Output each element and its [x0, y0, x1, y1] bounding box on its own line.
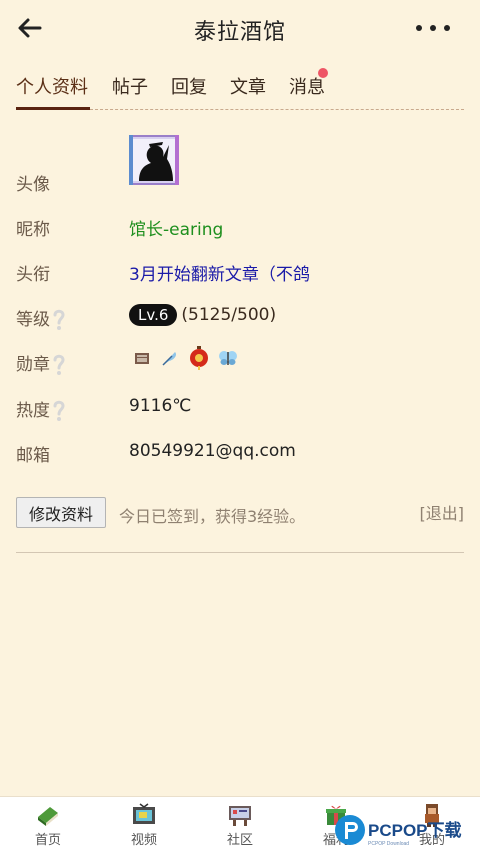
lantern-medal-icon[interactable]	[188, 346, 210, 370]
tv-icon	[133, 803, 155, 824]
tab-profile[interactable]: 个人资料	[16, 73, 88, 99]
checkin-status: 今日已签到，获得3经验。	[119, 507, 306, 526]
medal-list	[132, 346, 238, 370]
nav-video[interactable]: 视频	[114, 803, 174, 848]
watermark: PCPOP下载 PCPOP Download	[334, 808, 480, 848]
more-dot-icon	[416, 25, 422, 31]
feather-medal-icon[interactable]	[160, 348, 180, 368]
edit-profile-button[interactable]: 修改资料	[16, 497, 106, 528]
title-label: 头衔	[16, 265, 50, 285]
butterfly-medal-icon[interactable]	[218, 348, 238, 368]
nav-home[interactable]: 首页	[18, 803, 78, 848]
nav-community[interactable]: 社区	[210, 803, 270, 848]
more-dot-icon	[430, 25, 436, 31]
more-dot-icon	[444, 25, 450, 31]
nav-community-label: 社区	[226, 833, 253, 848]
nav-home-label: 首页	[34, 833, 61, 848]
tab-replies[interactable]: 回复	[171, 73, 207, 99]
email-label: 邮箱	[16, 446, 50, 466]
tab-posts[interactable]: 帖子	[112, 73, 148, 99]
nickname-value: 馆长-earing	[129, 220, 224, 240]
title-value: 3月开始翻新文章（不鸽	[129, 265, 310, 285]
heat-label-row: 热度	[16, 396, 66, 422]
svg-text:PCPOP Download: PCPOP Download	[368, 841, 409, 847]
medal-label: 勋章	[16, 355, 50, 375]
active-tab-indicator	[16, 107, 90, 110]
board-icon	[229, 806, 251, 826]
logout-link[interactable]: [退出]	[420, 500, 465, 524]
heat-label: 热度	[16, 401, 50, 421]
section-divider	[16, 552, 464, 553]
level-label-row: 等级	[16, 305, 66, 331]
nav-video-label: 视频	[130, 833, 157, 848]
avatar[interactable]	[129, 135, 179, 185]
profile-tabs: 个人资料 帖子 回复 文章 消息	[0, 57, 480, 113]
book-medal-icon[interactable]	[132, 348, 152, 368]
avatar-label: 头像	[16, 175, 50, 195]
question-mark-icon[interactable]	[52, 309, 66, 331]
top-bar: 泰拉酒馆	[0, 0, 480, 57]
page-title: 泰拉酒馆	[193, 20, 286, 45]
tabs-divider	[90, 109, 464, 110]
level-progress: (5125/500)	[181, 305, 277, 325]
book-icon	[38, 807, 58, 826]
question-mark-icon[interactable]	[52, 354, 66, 376]
more-options-button[interactable]	[416, 18, 450, 38]
level-value: Lv.6 (5125/500)	[129, 304, 276, 326]
tab-articles[interactable]: 文章	[230, 73, 266, 99]
svg-text:PCPOP下载: PCPOP下载	[368, 820, 462, 840]
notification-dot	[318, 68, 328, 78]
question-mark-icon[interactable]	[52, 400, 66, 422]
level-label: 等级	[16, 310, 50, 330]
nickname-label: 昵称	[16, 220, 50, 240]
email-value: 80549921@qq.com	[129, 441, 296, 461]
medal-label-row: 勋章	[16, 350, 66, 376]
level-badge: Lv.6	[129, 304, 178, 326]
heat-value: 9116℃	[129, 396, 192, 416]
